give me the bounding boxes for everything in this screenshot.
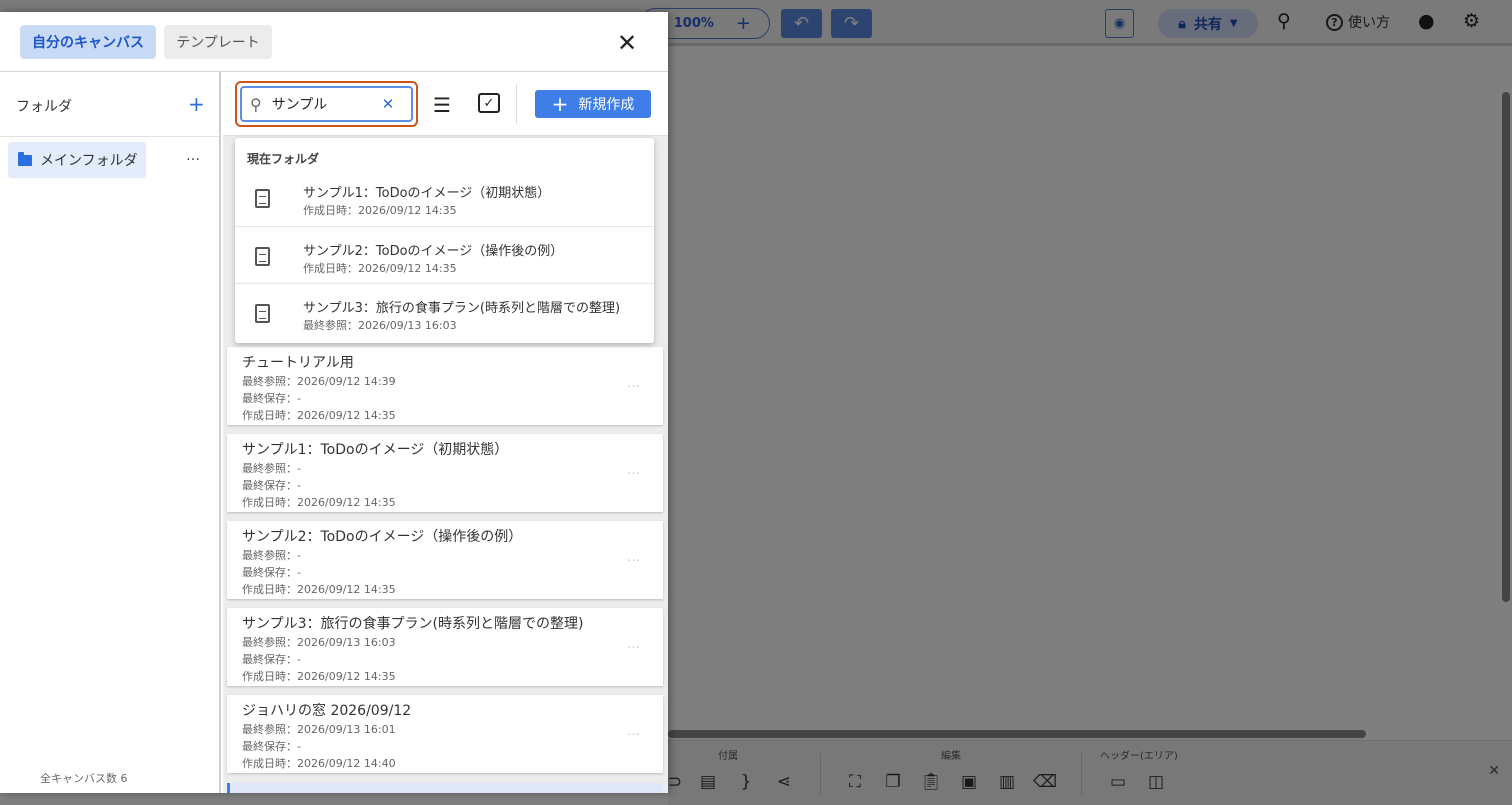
document-icon — [255, 304, 270, 323]
card-more-button[interactable]: … — [627, 463, 641, 478]
card-title: サンプル2：ToDoのイメージ（操作後の例） — [242, 529, 523, 545]
close-icon[interactable]: ✕ — [614, 30, 640, 56]
card-last-viewed: 最終参照：- — [242, 462, 301, 475]
new-canvas-label: 新規作成 — [578, 97, 635, 113]
separator — [516, 84, 517, 124]
card-last-saved: 最終保存：- — [242, 392, 301, 405]
canvas-toolbar: ⚲ ✕ ☰ ✓ + 新規作成 — [223, 72, 668, 136]
canvas-card[interactable]: チュートリアル用 最終参照：2026/09/12 14:39 最終保存：- 作成… — [227, 347, 663, 425]
folder-more-button[interactable]: … — [186, 148, 201, 164]
suggestion-item[interactable]: サンプル2：ToDoのイメージ（操作後の例） 作成日時：2026/09/12 1… — [235, 226, 654, 283]
search-field[interactable]: ⚲ ✕ — [240, 86, 413, 122]
search-suggestions: 現在フォルダ サンプル1：ToDoのイメージ（初期状態） 作成日時：2026/0… — [235, 138, 654, 343]
folder-icon — [18, 151, 32, 166]
canvas-card-partial[interactable] — [227, 783, 663, 793]
card-created: 作成日時：2026/09/12 14:35 — [242, 583, 396, 596]
suggestion-item[interactable]: サンプル1：ToDoのイメージ（初期状態） 作成日時：2026/09/12 14… — [235, 169, 654, 226]
tab-my-canvases[interactable]: 自分のキャンバス — [20, 25, 156, 59]
card-more-button[interactable]: … — [627, 724, 641, 739]
card-more-button[interactable]: … — [627, 637, 641, 652]
card-created: 作成日時：2026/09/12 14:35 — [242, 496, 396, 509]
tune-icon[interactable]: ☰ — [433, 93, 451, 117]
search-icon: ⚲ — [250, 94, 262, 114]
suggestion-item[interactable]: サンプル3：旅行の食事プラン(時系列と階層での整理) 最終参照：2026/09/… — [235, 283, 654, 340]
add-folder-button[interactable]: + — [188, 92, 205, 116]
card-created: 作成日時：2026/09/12 14:35 — [242, 409, 396, 422]
card-more-button[interactable]: … — [627, 550, 641, 565]
clear-search-icon[interactable]: ✕ — [382, 95, 395, 113]
new-canvas-button[interactable]: + 新規作成 — [535, 90, 651, 118]
document-icon — [255, 189, 270, 208]
search-input[interactable] — [271, 96, 372, 112]
checklist-icon[interactable]: ✓ — [478, 93, 500, 113]
card-last-saved: 最終保存：- — [242, 566, 301, 579]
card-last-saved: 最終保存：- — [242, 653, 301, 666]
card-last-saved: 最終保存：- — [242, 740, 301, 753]
dialog-header: 自分のキャンバス テンプレート ✕ — [0, 12, 668, 72]
total-canvas-count: 全キャンバス数 6 — [40, 772, 128, 785]
card-created: 作成日時：2026/09/12 14:35 — [242, 670, 396, 683]
canvas-list-area: チュートリアル用 最終参照：2026/09/12 14:39 最終保存：- 作成… — [223, 72, 668, 793]
folder-sidebar: フォルダ + メインフォルダ … 全キャンバス数 6 — [0, 72, 221, 793]
tab-templates[interactable]: テンプレート — [164, 25, 272, 59]
card-last-viewed: 最終参照：2026/09/13 16:03 — [242, 636, 396, 649]
folder-heading: フォルダ — [16, 99, 72, 115]
folder-item-main[interactable]: メインフォルダ — [8, 142, 146, 178]
card-title: サンプル3：旅行の食事プラン(時系列と階層での整理) — [242, 616, 584, 632]
card-last-saved: 最終保存：- — [242, 479, 301, 492]
card-created: 作成日時：2026/09/12 14:40 — [242, 757, 396, 770]
canvas-card[interactable]: サンプル2：ToDoのイメージ（操作後の例） 最終参照：- 最終保存：- 作成日… — [227, 521, 663, 599]
divider — [0, 136, 219, 137]
suggestion-date: 作成日時：2026/09/12 14:35 — [303, 262, 457, 275]
suggestion-name: サンプル3：旅行の食事プラン(時系列と階層での整理) — [303, 301, 621, 316]
card-more-button[interactable]: … — [627, 376, 641, 391]
canvas-card[interactable]: サンプル3：旅行の食事プラン(時系列と階層での整理) 最終参照：2026/09/… — [227, 608, 663, 686]
search-box[interactable]: ⚲ ✕ — [235, 81, 418, 127]
suggestion-name: サンプル2：ToDoのイメージ（操作後の例） — [303, 244, 564, 259]
folder-label: メインフォルダ — [40, 153, 138, 169]
card-last-viewed: 最終参照：2026/09/13 16:01 — [242, 723, 396, 736]
card-title: サンプル1：ToDoのイメージ（初期状態） — [242, 442, 509, 458]
suggestion-name: サンプル1：ToDoのイメージ（初期状態） — [303, 186, 551, 201]
suggestion-date: 作成日時：2026/09/12 14:35 — [303, 204, 457, 217]
card-title: チュートリアル用 — [242, 355, 354, 371]
card-title: ジョハリの窓 2026/09/12 — [242, 703, 412, 719]
canvas-manager-dialog: 自分のキャンバス テンプレート ✕ フォルダ + メインフォルダ … 全キャンバ… — [0, 12, 668, 793]
document-icon — [255, 247, 270, 266]
plus-icon: + — [551, 92, 569, 116]
card-last-viewed: 最終参照：2026/09/12 14:39 — [242, 375, 396, 388]
card-last-viewed: 最終参照：- — [242, 549, 301, 562]
canvas-card[interactable]: サンプル1：ToDoのイメージ（初期状態） 最終参照：- 最終保存：- 作成日時… — [227, 434, 663, 512]
canvas-card[interactable]: ジョハリの窓 2026/09/12 最終参照：2026/09/13 16:01 … — [227, 695, 663, 773]
suggestion-date: 最終参照：2026/09/13 16:03 — [303, 319, 457, 332]
suggestions-heading: 現在フォルダ — [247, 152, 320, 166]
